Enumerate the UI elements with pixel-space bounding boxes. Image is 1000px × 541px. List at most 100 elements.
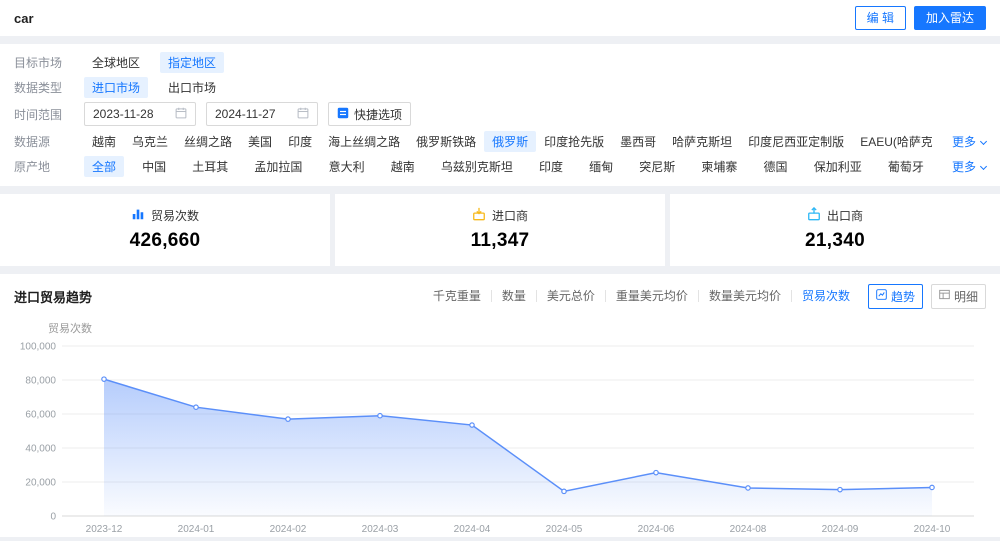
svg-text:2024-01: 2024-01 [178,524,215,535]
data-source-option[interactable]: 俄罗斯铁路 [408,131,484,152]
target-market-option[interactable]: 全球地区 [84,52,148,73]
origin-option[interactable]: 意大利 [321,156,373,177]
target-market-option[interactable]: 指定地区 [160,51,225,73]
origin-label: 原产地 [14,159,51,174]
end-date-input[interactable]: 2024-11-27 [206,102,318,126]
data-source-option[interactable]: 丝绸之路 [176,131,240,152]
metric-option[interactable]: 美元总价 [537,290,606,302]
edit-button[interactable]: 编 辑 [854,6,906,30]
metric-option[interactable]: 千克重量 [423,290,492,302]
stat-value: 11,347 [470,230,530,251]
chart-header: 进口贸易趋势 千克重量 数量 美元总价 重量美元均价 数量美元均价 贸易次数 趋势 明细 [14,283,986,309]
topbar-actions: 编 辑 加入雷达 [854,6,986,30]
data-source-option[interactable]: 墨西哥 [612,131,664,152]
bar-chart-icon [131,207,145,224]
time-range-label: 时间范围 [14,107,63,122]
svg-text:80,000: 80,000 [25,376,56,387]
svg-text:2024-04: 2024-04 [454,524,491,535]
data-source-option[interactable]: 乌克兰 [124,131,176,152]
target-market-options: 全球地区 指定地区 [84,51,236,73]
quick-options-button[interactable]: 快捷选项 [328,102,412,126]
metric-option[interactable]: 数量 [492,290,537,302]
page-title: car [14,10,34,26]
data-source-option[interactable]: 印度尼西亚定制版 [740,131,852,152]
filter-row-data-type: 数据类型 进口市场 出口市场 [14,75,986,99]
origin-option[interactable]: 突尼斯 [631,156,683,177]
filter-panel: 目标市场 全球地区 指定地区 数据类型 进口市场 出口市场 时间范围 2023-11… [0,44,1000,186]
add-radar-button[interactable]: 加入雷达 [913,6,986,30]
calendar-icon [175,107,187,122]
origin-option[interactable]: 保加利亚 [806,156,870,177]
data-source-option[interactable]: EAEU(哈萨克斯坦) [852,131,932,152]
target-market-label: 目标市场 [14,55,63,70]
origin-more-link[interactable]: 更多 [951,158,988,175]
svg-text:2024-06: 2024-06 [638,524,675,535]
chevron-down-icon [979,162,988,170]
origin-options: 全部 中国 土耳其 孟加拉国 意大利 越南 乌兹别克斯坦 印度 缅甸 突尼斯 柬埔寨 德国 保加利亚 葡萄… [84,155,932,177]
data-source-option[interactable]: 海上丝绸之路 [320,131,408,152]
importer-icon [472,207,486,224]
detail-view-label: 明细 [953,289,978,304]
data-source-option[interactable]: 俄罗斯 [484,130,537,152]
data-source-option[interactable]: 哈萨克斯坦 [664,131,740,152]
data-source-option[interactable]: 印度 [280,131,320,152]
table-icon [939,289,950,303]
data-source-label: 数据源 [14,134,51,149]
calendar-icon [297,107,309,122]
stat-value: 426,660 [129,230,201,251]
origin-option[interactable]: 孟加拉国 [246,156,310,177]
data-source-option[interactable]: 印度抢先版 [536,131,612,152]
exporter-icon [807,206,821,224]
origin-option[interactable]: 柬埔寨 [693,156,745,177]
svg-text:0: 0 [50,512,56,523]
origin-option[interactable]: 印度 [531,156,571,177]
stat-value: 21,340 [805,230,865,251]
svg-text:2024-02: 2024-02 [270,524,307,535]
line-chart-icon [876,289,887,303]
origin-option[interactable]: 缅甸 [581,156,621,177]
start-date-value: 2023-11-28 [93,107,154,121]
data-type-option[interactable]: 出口市场 [160,77,224,98]
more-label: 更多 [951,159,976,174]
metric-switcher: 千克重量 数量 美元总价 重量美元均价 数量美元均价 贸易次数 [423,290,860,302]
svg-text:2024-05: 2024-05 [546,524,583,535]
origin-option[interactable]: 葡萄牙 [880,156,932,177]
origin-option[interactable]: 中国 [134,156,174,177]
trend-view-button[interactable]: 趋势 [867,283,923,309]
data-type-option[interactable]: 进口市场 [84,76,149,98]
stat-label: 贸易次数 [150,209,199,223]
filter-row-target-market: 目标市场 全球地区 指定地区 [14,50,986,74]
quick-options-label: 快捷选项 [354,107,403,122]
stat-card-exporters: 出口商 21,340 [670,194,1000,266]
svg-text:2024-10: 2024-10 [914,524,951,535]
data-source-option[interactable]: 美国 [240,131,280,152]
chart-title: 进口贸易趋势 [14,289,93,305]
svg-text:2024-03: 2024-03 [362,524,399,535]
origin-option[interactable]: 全部 [84,155,125,177]
stats-row: 贸易次数 426,660 进口商 11,347 出口商 21,340 [0,194,1000,266]
filter-row-time-range: 时间范围 2023-11-28 2024-11-27 快捷选项 [14,100,986,128]
metric-option[interactable]: 数量美元均价 [699,290,792,302]
stat-card-trade-count: 贸易次数 426,660 [0,194,330,266]
trend-chart[interactable]: 0 20,000 40,000 60,000 80,000 100,000 2023-12 2… [14,338,986,538]
origin-option[interactable]: 越南 [383,156,423,177]
origin-option[interactable]: 德国 [756,156,796,177]
data-type-label: 数据类型 [14,80,63,95]
svg-text:40,000: 40,000 [25,444,56,455]
stat-label: 出口商 [826,209,863,223]
origin-option[interactable]: 土耳其 [184,156,236,177]
metric-option[interactable]: 贸易次数 [792,290,860,302]
origin-option[interactable]: 乌兹别克斯坦 [433,156,521,177]
svg-text:2024-09: 2024-09 [822,524,859,535]
data-source-options: 越南 乌克兰 丝绸之路 美国 印度 海上丝绸之路 俄罗斯铁路 俄罗斯 印度抢先版 墨西哥 哈萨克斯坦… [84,130,932,152]
detail-view-button[interactable]: 明细 [930,283,986,309]
svg-text:20,000: 20,000 [25,478,56,489]
stat-label: 进口商 [491,209,528,223]
topbar: car 编 辑 加入雷达 [0,0,1000,36]
data-source-option[interactable]: 越南 [84,131,124,152]
stat-card-importers: 进口商 11,347 [335,194,665,266]
svg-text:60,000: 60,000 [25,410,56,421]
metric-option[interactable]: 重量美元均价 [606,290,699,302]
data-source-more-link[interactable]: 更多 [952,133,988,150]
start-date-input[interactable]: 2023-11-28 [84,102,196,126]
